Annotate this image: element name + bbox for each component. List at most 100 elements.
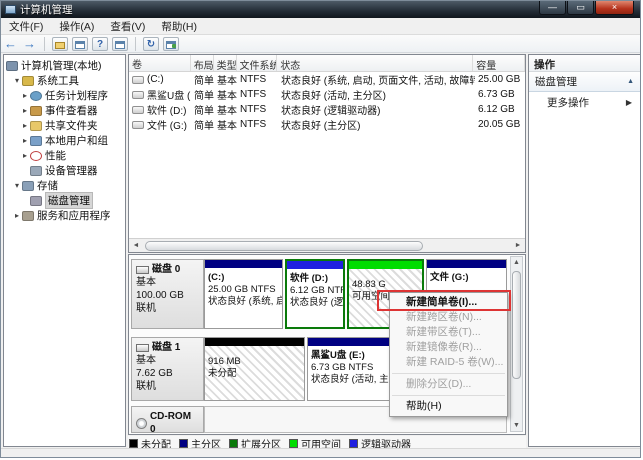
- storage-icon: [22, 181, 34, 191]
- expanded-arrow-icon[interactable]: ▾: [12, 76, 22, 85]
- partition-color-bar: [349, 261, 422, 269]
- disk0-label[interactable]: 磁盘 0 基本 100.00 GB 联机: [131, 259, 204, 329]
- disk-icon: [136, 266, 149, 274]
- tree-item-local-users[interactable]: ▸ 本地用户和组: [4, 133, 125, 148]
- scrollbar-thumb[interactable]: [512, 271, 521, 379]
- horizontal-scrollbar[interactable]: ◄ ►: [129, 238, 525, 252]
- actions-section-disk-management[interactable]: 磁盘管理 ▲: [529, 72, 640, 92]
- table-row[interactable]: (C:) 简单 基本 NTFS 状态良好 (系统, 启动, 页面文件, 活动, …: [129, 72, 525, 87]
- menu-item-help[interactable]: 帮助(H): [390, 399, 507, 414]
- vertical-scrollbar[interactable]: ▲ ▼: [510, 256, 523, 432]
- title-bar: 计算机管理 — ▭ ×: [1, 1, 640, 18]
- scrollbar-thumb[interactable]: [145, 241, 423, 251]
- refresh-icon[interactable]: ↻: [143, 37, 159, 51]
- shared-folders-icon: [30, 121, 42, 131]
- volume-icon: [132, 91, 144, 99]
- menu-action[interactable]: 操作(A): [51, 18, 102, 35]
- close-button[interactable]: ×: [595, 1, 634, 15]
- tree-item-task-scheduler[interactable]: ▸ 任务计划程序: [4, 88, 125, 103]
- menu-item-new-mirrored-volume: 新建镜像卷(R)...: [390, 340, 507, 355]
- forward-icon[interactable]: →: [23, 37, 36, 51]
- tree-item-storage[interactable]: ▾ 存储: [4, 178, 125, 193]
- col-layout[interactable]: 布局: [191, 55, 214, 71]
- disk-icon: [136, 344, 149, 352]
- tree-item-disk-management[interactable]: 磁盘管理: [4, 193, 125, 208]
- local-users-icon: [30, 136, 42, 146]
- more-actions[interactable]: 更多操作 ▶: [529, 92, 640, 112]
- actions-title: 操作: [529, 55, 640, 72]
- table-row[interactable]: 文件 (G:) 简单 基本 NTFS 状态良好 (主分区) 20.05 GB: [129, 117, 525, 132]
- system-tools-icon: [22, 76, 34, 86]
- scroll-up-icon[interactable]: ▲: [513, 259, 520, 266]
- tree-item-device-manager[interactable]: 设备管理器: [4, 163, 125, 178]
- back-icon[interactable]: ←: [4, 37, 17, 51]
- disk1-label[interactable]: 磁盘 1 基本 7.62 GB 联机: [131, 337, 204, 401]
- highlight-red-box: [377, 290, 511, 311]
- help-icon[interactable]: ?: [92, 37, 108, 51]
- expanded-arrow-icon[interactable]: ▾: [12, 181, 22, 190]
- console-tree: 计算机管理(本地) ▾ 系统工具 ▸ 任务计划程序 ▸ 事件查看器 ▸ 共享文件…: [3, 54, 126, 447]
- col-volume[interactable]: 卷: [129, 55, 191, 71]
- tree-item-performance[interactable]: ▸ 性能: [4, 148, 125, 163]
- show-window-icon[interactable]: [72, 37, 88, 51]
- partition-c[interactable]: (C:) 25.00 GB NTFS 状态良好 (系统, 启: [204, 259, 283, 329]
- volume-icon: [132, 106, 144, 114]
- menu-bar: 文件(F) 操作(A) 查看(V) 帮助(H): [1, 18, 640, 35]
- cdrom-label[interactable]: CD-ROM 0 DVD (F:): [131, 406, 204, 433]
- collapsed-arrow-icon[interactable]: ▸: [20, 121, 30, 130]
- volume-list: 卷 布局 类型 文件系统 状态 容量 (C:) 简单 基本 NTFS 状态良好 …: [128, 54, 526, 253]
- collapsed-arrow-icon[interactable]: ▸: [20, 106, 30, 115]
- cd-icon: [136, 418, 147, 429]
- console-tree-icon[interactable]: [52, 37, 68, 51]
- toolbar: ← → ? ↻: [1, 35, 640, 53]
- tree-item-shared-folders[interactable]: ▸ 共享文件夹: [4, 118, 125, 133]
- partition-d[interactable]: 软件 (D:) 6.12 GB NTFS 状态良好 (逻辑: [285, 259, 345, 329]
- unallocated-region[interactable]: 916 MB 未分配: [204, 337, 305, 401]
- scroll-right-icon[interactable]: ►: [511, 242, 525, 249]
- computer-management-window: 计算机管理 — ▭ × 文件(F) 操作(A) 查看(V) 帮助(H) ← → …: [0, 0, 641, 458]
- collapsed-arrow-icon[interactable]: ▸: [20, 136, 30, 145]
- col-type[interactable]: 类型: [214, 55, 237, 71]
- status-bar: [1, 448, 640, 457]
- partition-color-bar: [287, 261, 343, 269]
- partition-color-bar: [205, 260, 282, 268]
- app-icon: [5, 5, 16, 14]
- collapsed-arrow-icon[interactable]: ▸: [12, 211, 22, 220]
- collapsed-arrow-icon[interactable]: ▸: [20, 91, 30, 100]
- tree-item-services[interactable]: ▸ 服务和应用程序: [4, 208, 125, 223]
- menu-view[interactable]: 查看(V): [102, 18, 153, 35]
- toolbar-separator-2: [135, 37, 136, 51]
- tree-item-root[interactable]: 计算机管理(本地): [4, 58, 125, 73]
- properties-window-icon[interactable]: [112, 37, 128, 51]
- submenu-arrow-icon[interactable]: ▶: [626, 98, 632, 107]
- partition-color-bar: [205, 338, 304, 346]
- menu-help[interactable]: 帮助(H): [153, 18, 205, 35]
- maximize-button[interactable]: ▭: [567, 1, 594, 15]
- disk-console-icon[interactable]: [163, 37, 179, 51]
- window-title: 计算机管理: [20, 2, 73, 17]
- toolbar-separator: [44, 37, 45, 51]
- collapse-section-icon[interactable]: ▲: [627, 78, 634, 85]
- table-row[interactable]: 黑鲨U盘 (E:) 简单 基本 NTFS 状态良好 (活动, 主分区) 6.73…: [129, 87, 525, 102]
- menu-item-new-striped-volume: 新建带区卷(T)...: [390, 325, 507, 340]
- table-row[interactable]: 软件 (D:) 简单 基本 NTFS 状态良好 (逻辑驱动器) 6.12 GB: [129, 102, 525, 117]
- tree-item-event-viewer[interactable]: ▸ 事件查看器: [4, 103, 125, 118]
- tree-item-system-tools[interactable]: ▾ 系统工具: [4, 73, 125, 88]
- collapsed-arrow-icon[interactable]: ▸: [20, 151, 30, 160]
- col-capacity[interactable]: 容量: [473, 55, 525, 71]
- menu-item-delete-partition: 删除分区(D)...: [390, 377, 507, 392]
- legend-swatch: [129, 439, 138, 448]
- scroll-left-icon[interactable]: ◄: [129, 242, 143, 249]
- minimize-button[interactable]: —: [539, 1, 566, 15]
- col-filesystem[interactable]: 文件系统: [237, 55, 278, 71]
- menu-file[interactable]: 文件(F): [1, 18, 51, 35]
- computer-icon: [6, 61, 18, 71]
- volume-list-header: 卷 布局 类型 文件系统 状态 容量: [129, 55, 525, 72]
- legend-swatch: [229, 439, 238, 448]
- task-scheduler-icon: [30, 91, 42, 101]
- menu-item-new-raid5-volume: 新建 RAID-5 卷(W)...: [390, 355, 507, 370]
- scroll-down-icon[interactable]: ▼: [513, 422, 520, 429]
- event-viewer-icon: [30, 106, 42, 116]
- col-status[interactable]: 状态: [277, 55, 473, 71]
- actions-panel: 操作 磁盘管理 ▲ 更多操作 ▶: [528, 54, 641, 447]
